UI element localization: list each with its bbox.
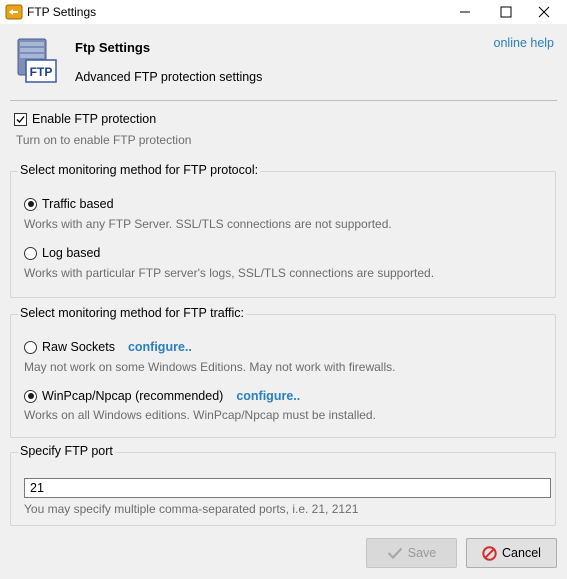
enable-ftp-protection-checkbox[interactable]: Enable FTP protection xyxy=(14,112,156,126)
traffic-group-title: Select monitoring method for FTP traffic… xyxy=(18,306,246,320)
header-title: Ftp Settings xyxy=(75,40,151,55)
ftp-port-hint: You may specify multiple comma-separated… xyxy=(24,502,359,516)
winpcap-configure-link[interactable]: configure.. xyxy=(236,389,300,403)
raw-sockets-radio[interactable] xyxy=(24,340,37,354)
winpcap-label: WinPcap/Npcap (recommended) xyxy=(42,389,224,403)
ftp-badge-text: FTP xyxy=(30,65,53,79)
raw-sockets-configure-link[interactable]: configure.. xyxy=(128,340,192,354)
winpcap-hint: Works on all Windows editions. WinPcap/N… xyxy=(24,408,376,422)
traffic-based-option[interactable]: Traffic based xyxy=(24,197,114,211)
ftp-settings-icon xyxy=(5,4,23,20)
traffic-based-radio[interactable] xyxy=(24,197,37,211)
enable-ftp-protection-hint: Turn on to enable FTP protection xyxy=(16,133,192,147)
window-title: FTP Settings xyxy=(27,5,97,19)
title-bar: FTP Settings xyxy=(0,0,567,24)
log-based-radio[interactable] xyxy=(24,246,37,260)
cancel-icon xyxy=(482,545,497,561)
raw-sockets-option[interactable]: Raw Sockets configure.. xyxy=(24,340,192,354)
check-icon xyxy=(387,546,403,560)
traffic-based-hint: Works with any FTP Server. SSL/TLS conne… xyxy=(24,217,392,231)
raw-sockets-hint: May not work on some Windows Editions. M… xyxy=(24,360,396,374)
traffic-based-label: Traffic based xyxy=(42,197,114,211)
ftp-server-icon: FTP xyxy=(17,38,57,83)
port-group-title: Specify FTP port xyxy=(18,444,115,458)
online-help-link[interactable]: online help xyxy=(494,36,554,50)
close-button[interactable] xyxy=(521,0,567,24)
traffic-method-group: Select monitoring method for FTP traffic… xyxy=(10,306,556,438)
checkmark-icon xyxy=(16,115,25,123)
winpcap-option[interactable]: WinPcap/Npcap (recommended) configure.. xyxy=(24,389,300,403)
cancel-label: Cancel xyxy=(502,546,541,560)
cancel-button[interactable]: Cancel xyxy=(466,538,557,568)
ftp-port-group: Specify FTP port You may specify multipl… xyxy=(10,444,556,526)
checkbox-box[interactable] xyxy=(14,112,27,126)
winpcap-radio[interactable] xyxy=(24,389,37,403)
log-based-option[interactable]: Log based xyxy=(24,246,100,260)
save-label: Save xyxy=(407,546,437,560)
raw-sockets-label: Raw Sockets xyxy=(42,340,115,354)
header-subtitle: Advanced FTP protection settings xyxy=(75,70,263,84)
protocol-group-title: Select monitoring method for FTP protoco… xyxy=(18,163,261,177)
log-based-hint: Works with particular FTP server's logs,… xyxy=(24,266,435,280)
header-divider xyxy=(10,100,557,101)
save-button[interactable]: Save xyxy=(366,538,457,568)
close-icon xyxy=(538,6,550,18)
log-based-label: Log based xyxy=(42,246,101,260)
ftp-port-input[interactable] xyxy=(24,478,551,498)
protocol-method-group: Select monitoring method for FTP protoco… xyxy=(10,163,556,298)
enable-ftp-protection-label: Enable FTP protection xyxy=(32,112,157,126)
